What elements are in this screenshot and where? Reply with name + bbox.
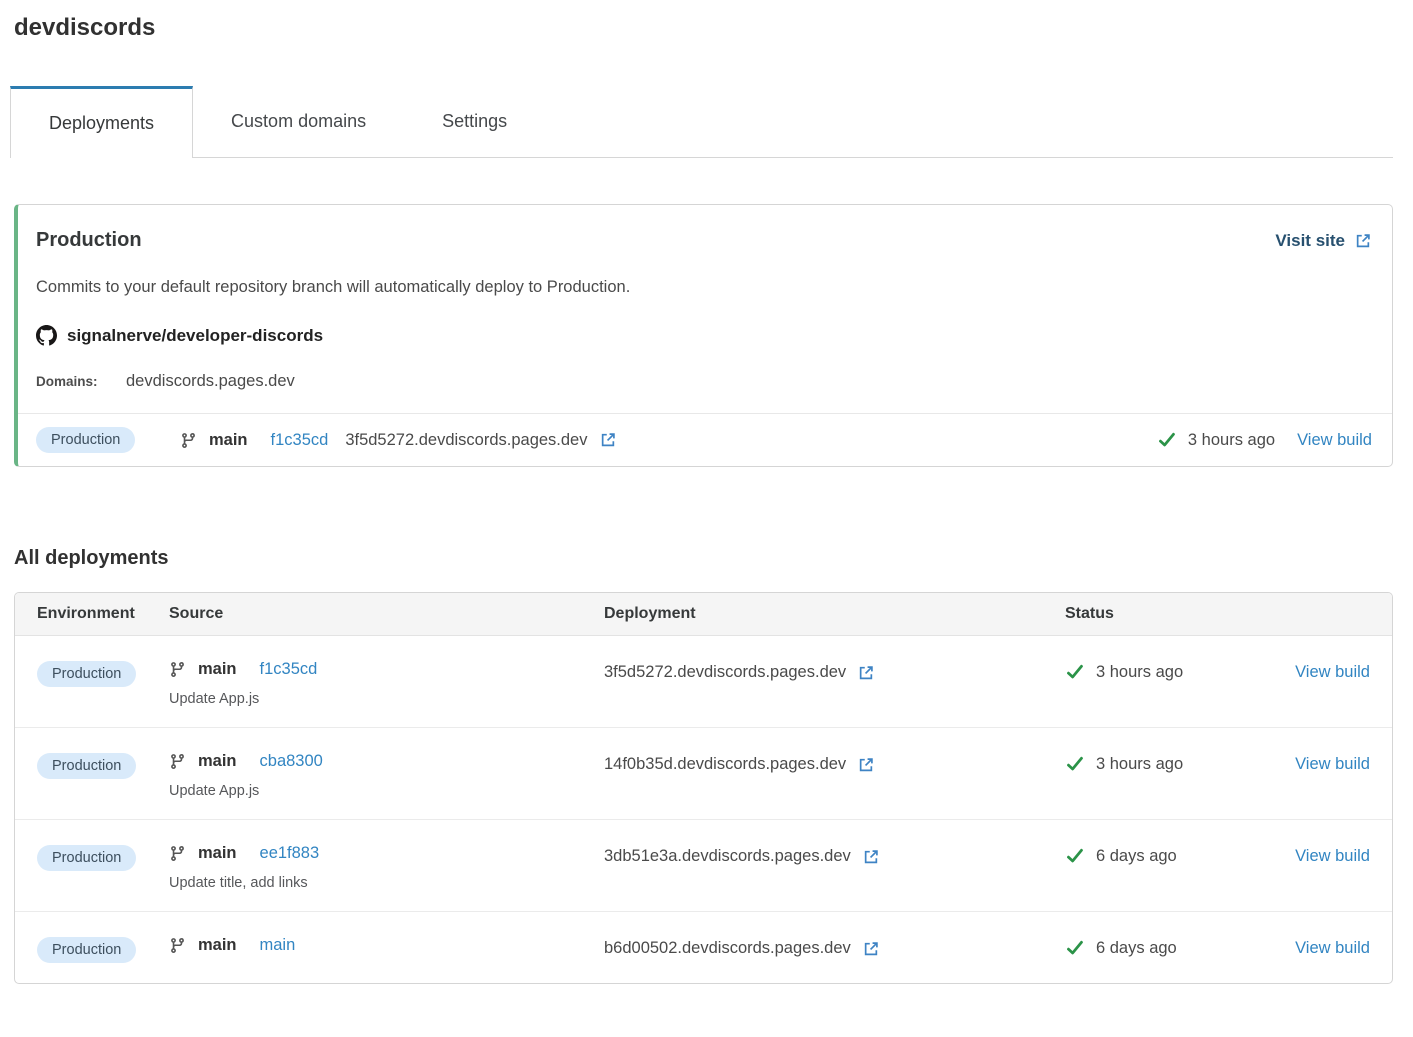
deployment-url: 14f0b35d.devdiscords.pages.dev xyxy=(604,755,846,774)
success-check-icon xyxy=(1065,846,1085,866)
visit-site-link[interactable]: Visit site xyxy=(1275,231,1372,251)
table-row: Production main ee1f883 Update title, ad… xyxy=(15,820,1392,912)
deployment-url: 3db51e3a.devdiscords.pages.dev xyxy=(604,847,851,866)
environment-badge: Production xyxy=(36,427,135,453)
success-check-icon xyxy=(1157,430,1177,450)
deployment-url: b6d00502.devdiscords.pages.dev xyxy=(604,939,851,958)
git-branch-icon xyxy=(169,937,186,954)
commit-link[interactable]: ee1f883 xyxy=(260,844,320,863)
production-card-title: Production xyxy=(36,229,142,252)
commit-link[interactable]: f1c35cd xyxy=(271,431,329,450)
all-deployments-title: All deployments xyxy=(14,547,1393,570)
github-icon xyxy=(36,325,57,346)
branch-name: main xyxy=(198,660,237,679)
commit-message: Update App.js xyxy=(169,691,604,707)
column-header-status: Status xyxy=(1065,605,1370,623)
external-link-icon[interactable] xyxy=(862,940,880,958)
external-link-icon xyxy=(1354,232,1372,250)
status-time: 6 days ago xyxy=(1096,939,1177,958)
production-deployment-row: Production main f1c35cd 3f5d5272.devdisc… xyxy=(18,413,1392,466)
deployments-table: Environment Source Deployment Status Pro… xyxy=(14,592,1393,984)
external-link-icon[interactable] xyxy=(599,431,617,449)
git-branch-icon xyxy=(169,753,186,770)
environment-badge: Production xyxy=(37,845,136,871)
environment-badge: Production xyxy=(37,753,136,779)
domains-value: devdiscords.pages.dev xyxy=(126,372,295,391)
tab-settings[interactable]: Settings xyxy=(404,86,545,157)
page-title: devdiscords xyxy=(14,14,1393,42)
tab-custom-domains[interactable]: Custom domains xyxy=(193,86,404,157)
commit-message: Update title, add links xyxy=(169,875,604,891)
view-build-link[interactable]: View build xyxy=(1295,847,1370,866)
deployment-url: 3f5d5272.devdiscords.pages.dev xyxy=(345,431,587,450)
branch-name: main xyxy=(198,936,237,955)
deployment-url: 3f5d5272.devdiscords.pages.dev xyxy=(604,663,846,682)
environment-badge: Production xyxy=(37,937,136,963)
column-header-environment: Environment xyxy=(37,605,169,623)
status-time: 3 hours ago xyxy=(1188,431,1275,450)
git-branch-icon xyxy=(169,845,186,862)
commit-link[interactable]: cba8300 xyxy=(260,752,323,771)
branch-name: main xyxy=(198,752,237,771)
success-check-icon xyxy=(1065,938,1085,958)
commit-message: Update App.js xyxy=(169,783,604,799)
production-description: Commits to your default repository branc… xyxy=(36,278,1372,297)
commit-link[interactable]: f1c35cd xyxy=(260,660,318,679)
table-header-row: Environment Source Deployment Status xyxy=(15,593,1392,636)
branch-name: main xyxy=(209,431,248,450)
table-row: Production main cba8300 Update App.js 14… xyxy=(15,728,1392,820)
view-build-link[interactable]: View build xyxy=(1295,939,1370,958)
external-link-icon[interactable] xyxy=(857,756,875,774)
tab-bar: Deployments Custom domains Settings xyxy=(14,86,1393,158)
success-check-icon xyxy=(1065,662,1085,682)
external-link-icon[interactable] xyxy=(862,848,880,866)
column-header-source: Source xyxy=(169,605,604,623)
status-time: 3 hours ago xyxy=(1096,755,1183,774)
git-branch-icon xyxy=(169,661,186,678)
domains-label: Domains: xyxy=(36,374,126,389)
commit-link[interactable]: main xyxy=(260,936,296,955)
view-build-link[interactable]: View build xyxy=(1297,431,1372,450)
branch-name: main xyxy=(198,844,237,863)
table-row: Production main main b6d00502.devdiscord… xyxy=(15,912,1392,983)
column-header-deployment: Deployment xyxy=(604,605,1065,623)
visit-site-label: Visit site xyxy=(1275,231,1345,251)
external-link-icon[interactable] xyxy=(857,664,875,682)
git-branch-icon xyxy=(180,432,197,449)
repository-name: signalnerve/developer-discords xyxy=(67,326,323,346)
view-build-link[interactable]: View build xyxy=(1295,663,1370,682)
environment-badge: Production xyxy=(37,661,136,687)
status-time: 6 days ago xyxy=(1096,847,1177,866)
status-time: 3 hours ago xyxy=(1096,663,1183,682)
table-row: Production main f1c35cd Update App.js 3f… xyxy=(15,636,1392,728)
production-card: Production Visit site Commits to your de… xyxy=(14,204,1393,467)
tab-deployments[interactable]: Deployments xyxy=(10,86,193,158)
success-check-icon xyxy=(1065,754,1085,774)
view-build-link[interactable]: View build xyxy=(1295,755,1370,774)
